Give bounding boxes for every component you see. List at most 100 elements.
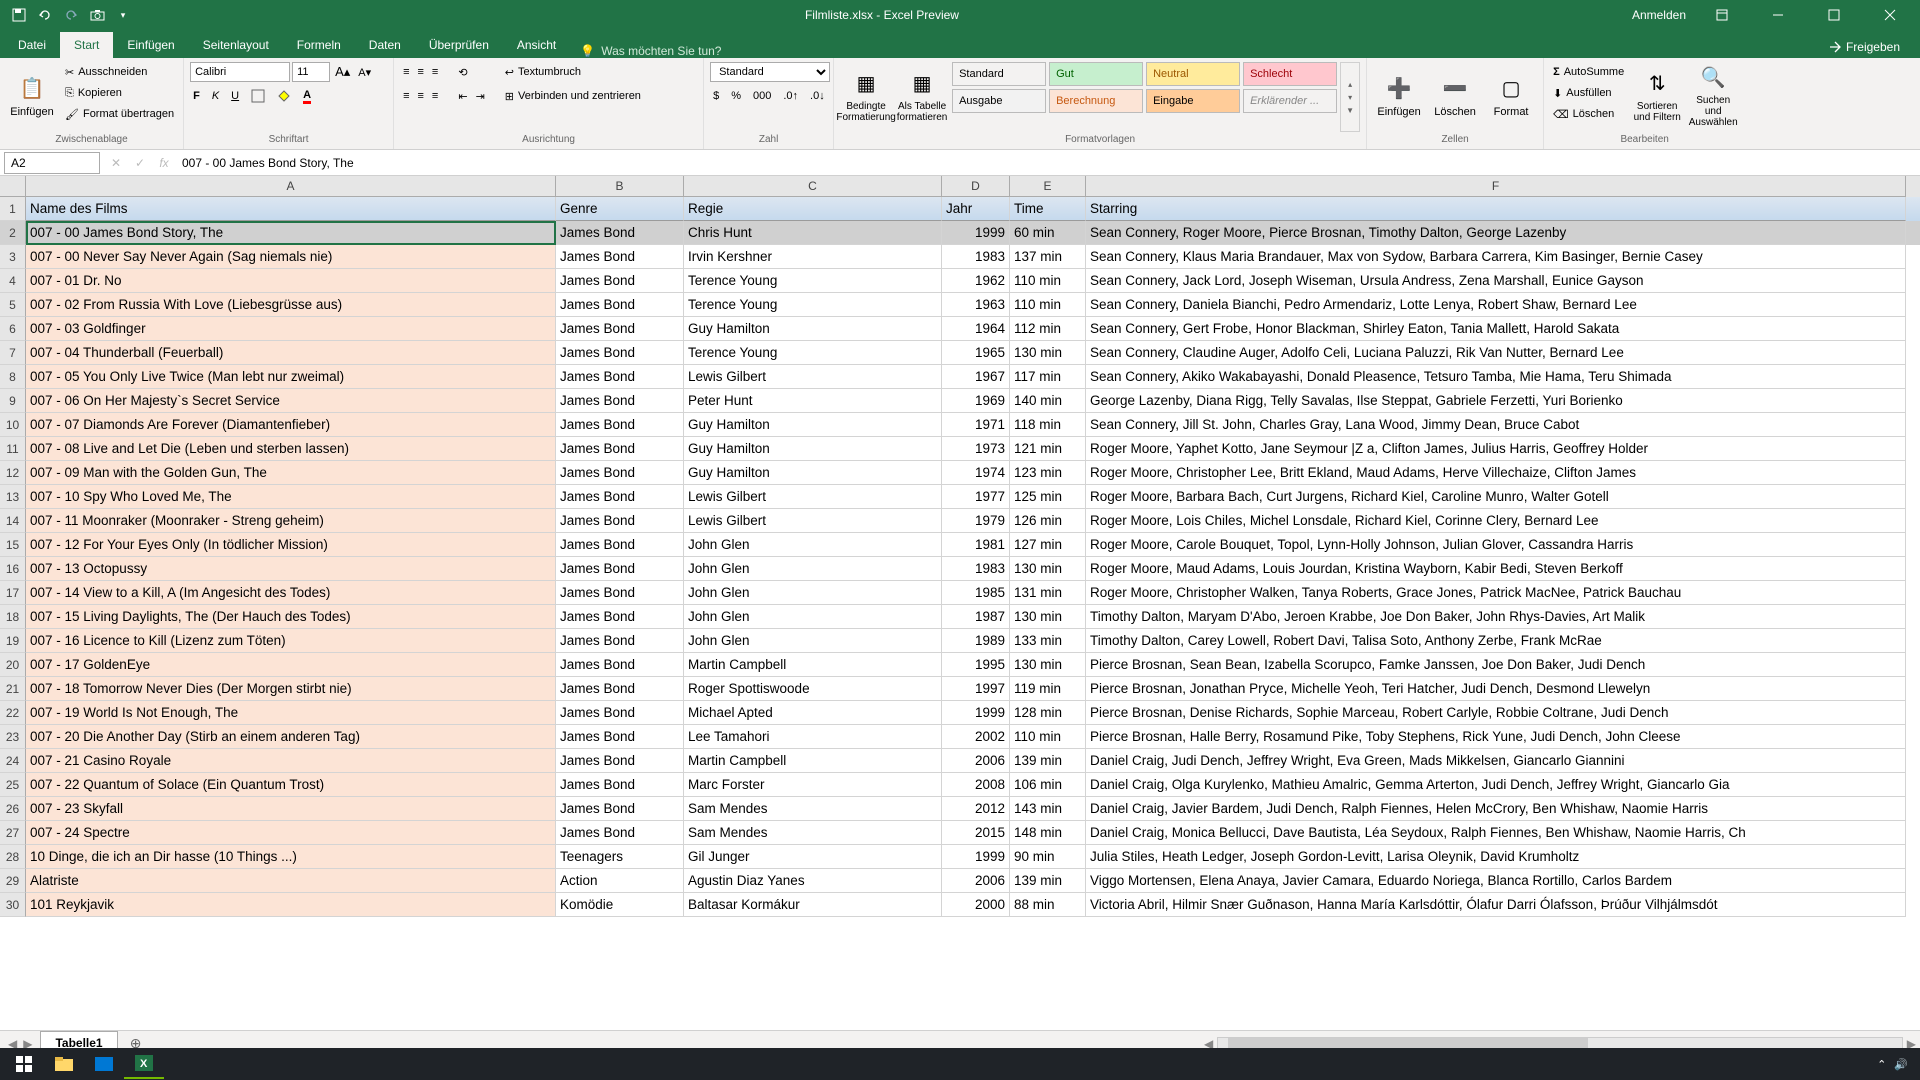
row-header-2[interactable]: 2 [0,221,26,245]
cell[interactable]: Sean Connery, Klaus Maria Brandauer, Max… [1086,245,1906,269]
row-header-20[interactable]: 20 [0,653,26,677]
cell[interactable]: 125 min [1010,485,1086,509]
cell[interactable]: 130 min [1010,341,1086,365]
cell[interactable]: Guy Hamilton [684,461,942,485]
tab-formulas[interactable]: Formeln [283,32,355,58]
row-header-3[interactable]: 3 [0,245,26,269]
share-button[interactable]: Freigeben [1820,36,1908,58]
row-header-22[interactable]: 22 [0,701,26,725]
cell[interactable]: James Bond [556,245,684,269]
row-header-27[interactable]: 27 [0,821,26,845]
cell[interactable]: James Bond [556,773,684,797]
cell[interactable]: 1965 [942,341,1010,365]
row-header-18[interactable]: 18 [0,605,26,629]
tab-data[interactable]: Daten [355,32,415,58]
cell[interactable]: James Bond [556,821,684,845]
row-header-5[interactable]: 5 [0,293,26,317]
conditional-formatting-button[interactable]: ▦ Bedingte Formatierung [840,62,892,128]
cell[interactable]: James Bond [556,653,684,677]
cell[interactable]: 007 - 10 Spy Who Loved Me, The [26,485,556,509]
cell[interactable]: James Bond [556,749,684,773]
redo-icon[interactable] [62,6,80,24]
row-header-30[interactable]: 30 [0,893,26,917]
header-cell-E[interactable]: Time [1010,197,1086,221]
cell[interactable]: 90 min [1010,845,1086,869]
cell[interactable]: 131 min [1010,581,1086,605]
ribbon-display-icon[interactable] [1702,0,1742,30]
cell[interactable]: 2002 [942,725,1010,749]
cell[interactable]: James Bond [556,557,684,581]
thousands-icon[interactable]: 000 [750,86,774,106]
style-output[interactable]: Ausgabe [952,89,1046,113]
select-all-cells[interactable] [0,176,26,197]
cell[interactable]: Roger Moore, Christopher Lee, Britt Ekla… [1086,461,1906,485]
cell[interactable]: 2008 [942,773,1010,797]
cell[interactable]: 1967 [942,365,1010,389]
decrease-indent-icon[interactable]: ⇤ [455,86,470,106]
cell[interactable]: Roger Moore, Carole Bouquet, Topol, Lynn… [1086,533,1906,557]
cell[interactable]: Sean Connery, Jack Lord, Joseph Wiseman,… [1086,269,1906,293]
cell[interactable]: 130 min [1010,557,1086,581]
cell[interactable]: James Bond [556,605,684,629]
cell[interactable]: 110 min [1010,269,1086,293]
cell[interactable]: 130 min [1010,605,1086,629]
cell[interactable]: 137 min [1010,245,1086,269]
insert-function-icon[interactable]: fx [152,156,176,170]
wrap-text-button[interactable]: ↩Textumbruch [502,62,644,82]
cell[interactable]: Sean Connery, Roger Moore, Pierce Brosna… [1086,221,1906,245]
cell[interactable]: George Lazenby, Diana Rigg, Telly Savala… [1086,389,1906,413]
cell[interactable]: Terence Young [684,269,942,293]
clear-button[interactable]: ⌫Löschen [1550,104,1627,124]
cell[interactable]: Roger Spottiswoode [684,677,942,701]
tell-me-search[interactable]: 💡 Was möchten Sie tun? [570,44,731,58]
header-cell-C[interactable]: Regie [684,197,942,221]
cell[interactable]: 007 - 17 GoldenEye [26,653,556,677]
tab-layout[interactable]: Seitenlayout [189,32,283,58]
cell[interactable]: James Bond [556,797,684,821]
tray-volume-icon[interactable]: 🔊 [1894,1058,1908,1071]
cell[interactable]: Alatriste [26,869,556,893]
cell[interactable]: 126 min [1010,509,1086,533]
row-header-1[interactable]: 1 [0,197,26,221]
autosum-button[interactable]: ΣAutoSumme [1550,62,1627,82]
cell[interactable]: 007 - 15 Living Daylights, The (Der Hauc… [26,605,556,629]
align-bottom-icon[interactable]: ≡ [429,62,441,82]
cell[interactable]: Daniel Craig, Judi Dench, Jeffrey Wright… [1086,749,1906,773]
cell[interactable]: 140 min [1010,389,1086,413]
cell[interactable]: 139 min [1010,749,1086,773]
cell[interactable]: 148 min [1010,821,1086,845]
cell[interactable]: 1983 [942,557,1010,581]
cell[interactable]: Lewis Gilbert [684,485,942,509]
cell[interactable]: Roger Moore, Yaphet Kotto, Jane Seymour … [1086,437,1906,461]
cell[interactable]: 007 - 00 Never Say Never Again (Sag niem… [26,245,556,269]
cell[interactable]: 1962 [942,269,1010,293]
cell[interactable]: 007 - 02 From Russia With Love (Liebesgr… [26,293,556,317]
format-cells-button[interactable]: ▢Format [1485,62,1537,128]
cell[interactable]: 007 - 05 You Only Live Twice (Man lebt n… [26,365,556,389]
cell[interactable]: 121 min [1010,437,1086,461]
cell[interactable]: Roger Moore, Lois Chiles, Michel Lonsdal… [1086,509,1906,533]
taskbar-explorer-icon[interactable] [44,1049,84,1079]
cell[interactable]: Pierce Brosnan, Halle Berry, Rosamund Pi… [1086,725,1906,749]
cell[interactable]: 007 - 11 Moonraker (Moonraker - Streng g… [26,509,556,533]
cell[interactable]: 10 Dinge, die ich an Dir hasse (10 Thing… [26,845,556,869]
cell[interactable]: James Bond [556,461,684,485]
cell[interactable]: 007 - 19 World Is Not Enough, The [26,701,556,725]
formula-input[interactable]: 007 - 00 James Bond Story, The [176,156,1920,170]
style-neutral[interactable]: Neutral [1146,62,1240,86]
row-header-26[interactable]: 26 [0,797,26,821]
cell[interactable]: 1971 [942,413,1010,437]
cell[interactable]: James Bond [556,389,684,413]
header-cell-A[interactable]: Name des Films [26,197,556,221]
format-as-table-button[interactable]: ▦ Als Tabelle formatieren [896,62,948,128]
tab-home[interactable]: Start [60,32,113,58]
row-header-9[interactable]: 9 [0,389,26,413]
cell[interactable]: Lee Tamahori [684,725,942,749]
close-icon[interactable] [1870,0,1910,30]
style-explanatory[interactable]: Erklärender ... [1243,89,1337,113]
cell[interactable]: Sean Connery, Daniela Bianchi, Pedro Arm… [1086,293,1906,317]
cell[interactable]: Roger Moore, Maud Adams, Louis Jourdan, … [1086,557,1906,581]
camera-icon[interactable] [88,6,106,24]
cell[interactable]: Sean Connery, Gert Frobe, Honor Blackman… [1086,317,1906,341]
cell[interactable]: 1964 [942,317,1010,341]
